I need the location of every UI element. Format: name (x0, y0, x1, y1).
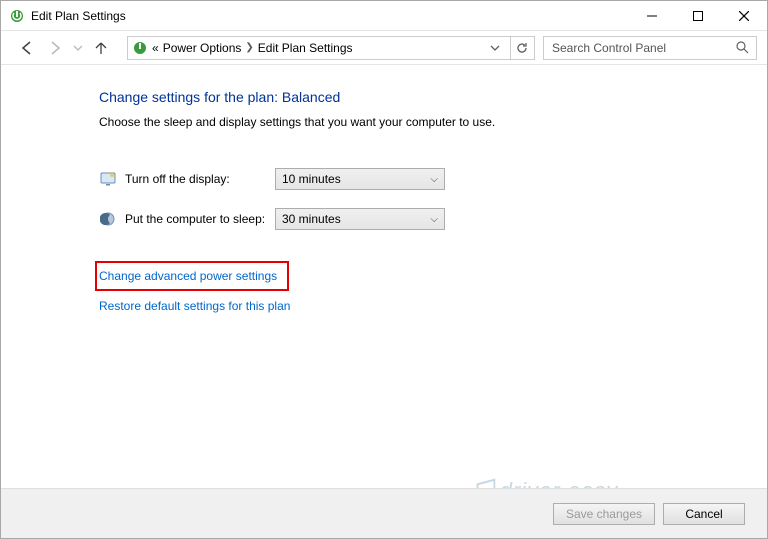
recent-locations-button[interactable] (71, 36, 85, 60)
sleep-value: 30 minutes (282, 212, 341, 226)
setting-sleep: Put the computer to sleep: 30 minutes ⌵ (99, 207, 739, 231)
cancel-button[interactable]: Cancel (663, 503, 745, 525)
breadcrumb-power-options[interactable]: Power Options (163, 41, 242, 55)
display-off-combo[interactable]: 10 minutes ⌵ (275, 168, 445, 190)
forward-button[interactable] (43, 36, 67, 60)
setting-display-off: Turn off the display: 10 minutes ⌵ (99, 167, 739, 191)
power-icon (132, 40, 148, 56)
page-heading: Change settings for the plan: Balanced (99, 89, 739, 105)
page-subtext: Choose the sleep and display settings th… (99, 115, 739, 129)
address-bar[interactable]: « Power Options ❯ Edit Plan Settings (127, 36, 535, 60)
navbar: « Power Options ❯ Edit Plan Settings (1, 31, 767, 65)
footer: Save changes Cancel (1, 488, 767, 538)
search-icon[interactable] (734, 41, 750, 54)
up-button[interactable] (89, 36, 113, 60)
window-title: Edit Plan Settings (31, 9, 629, 23)
content-area: Change settings for the plan: Balanced C… (1, 65, 767, 327)
breadcrumb-prefix: « (152, 41, 159, 55)
display-off-label: Turn off the display: (125, 172, 275, 186)
display-off-value: 10 minutes (282, 172, 341, 186)
breadcrumb-edit-plan[interactable]: Edit Plan Settings (258, 41, 353, 55)
minimize-button[interactable] (629, 1, 675, 30)
moon-icon (99, 210, 117, 228)
chevron-right-icon: ❯ (245, 42, 253, 53)
link-advanced-power-settings[interactable]: Change advanced power settings (99, 269, 277, 283)
chevron-down-icon: ⌵ (430, 214, 438, 225)
search-box[interactable] (543, 36, 757, 60)
save-changes-button: Save changes (553, 503, 655, 525)
maximize-button[interactable] (675, 1, 721, 30)
monitor-icon (99, 170, 117, 188)
search-input[interactable] (550, 40, 734, 56)
app-icon (9, 8, 25, 24)
back-button[interactable] (15, 36, 39, 60)
window-controls (629, 1, 767, 30)
address-history-button[interactable] (484, 37, 506, 59)
sleep-combo[interactable]: 30 minutes ⌵ (275, 208, 445, 230)
titlebar: Edit Plan Settings (1, 1, 767, 31)
link-restore-defaults[interactable]: Restore default settings for this plan (99, 299, 290, 313)
sleep-label: Put the computer to sleep: (125, 212, 275, 226)
close-button[interactable] (721, 1, 767, 30)
chevron-down-icon: ⌵ (430, 174, 438, 185)
refresh-button[interactable] (510, 37, 532, 59)
highlight-box: Change advanced power settings (95, 261, 289, 291)
